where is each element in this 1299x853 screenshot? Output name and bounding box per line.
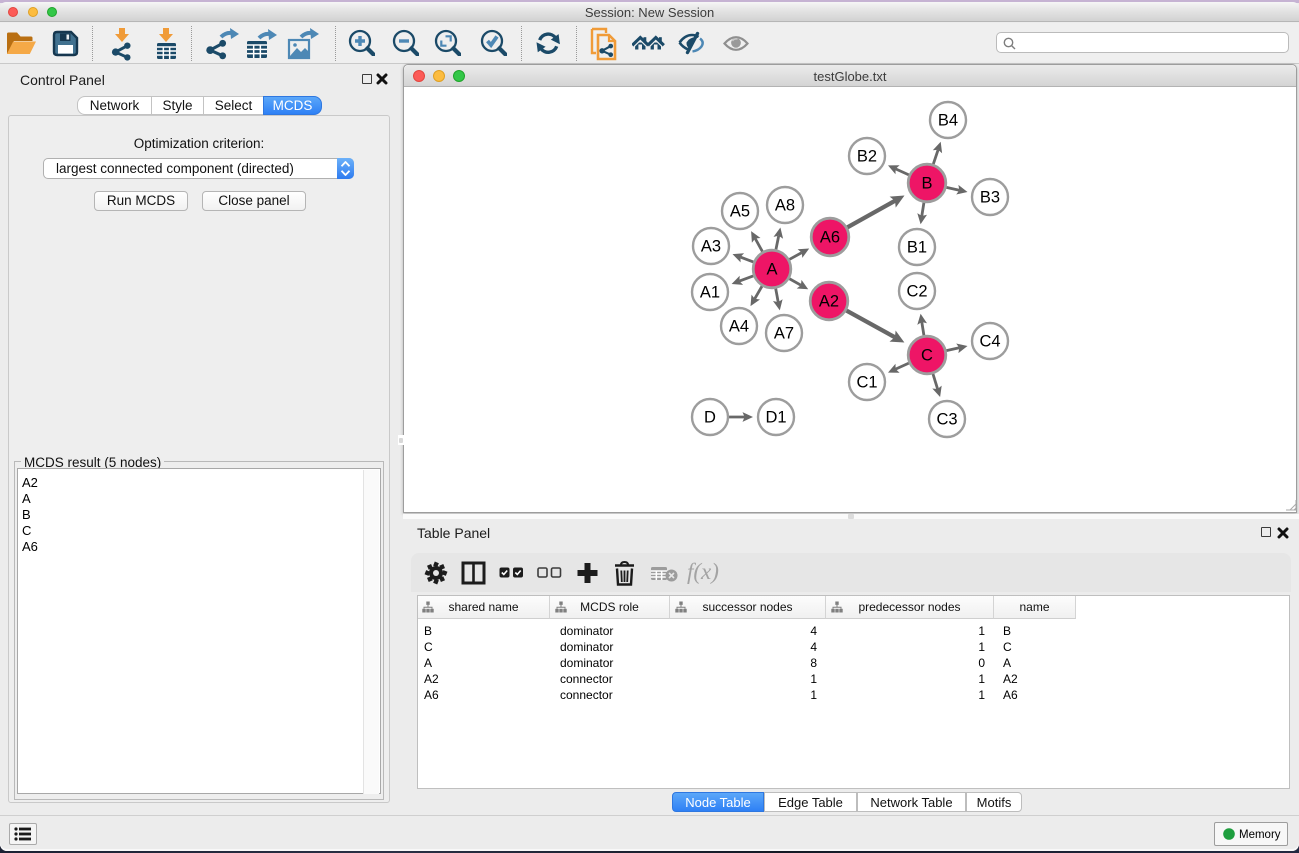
svg-text:A7: A7	[774, 325, 794, 343]
svg-text:D1: D1	[765, 409, 786, 427]
svg-text:A: A	[766, 261, 777, 279]
svg-text:D: D	[704, 409, 716, 427]
svg-text:Memory: Memory	[1239, 829, 1281, 841]
svg-text:C4: C4	[979, 333, 1000, 351]
svg-text:A1: A1	[700, 284, 720, 302]
svg-text:A2: A2	[819, 293, 839, 311]
svg-text:B4: B4	[938, 112, 958, 130]
svg-text:A4: A4	[729, 318, 749, 336]
svg-text:B: B	[921, 175, 932, 193]
svg-text:B2: B2	[857, 148, 877, 166]
svg-text:A5: A5	[730, 203, 750, 221]
svg-text:B3: B3	[980, 189, 1000, 207]
svg-text:C1: C1	[856, 374, 877, 392]
svg-text:C: C	[921, 347, 933, 365]
svg-text:A3: A3	[701, 238, 721, 256]
svg-text:B1: B1	[907, 239, 927, 257]
svg-text:A6: A6	[820, 229, 840, 247]
svg-text:C2: C2	[906, 283, 927, 301]
svg-text:A8: A8	[775, 197, 795, 215]
svg-text:C3: C3	[936, 411, 957, 429]
